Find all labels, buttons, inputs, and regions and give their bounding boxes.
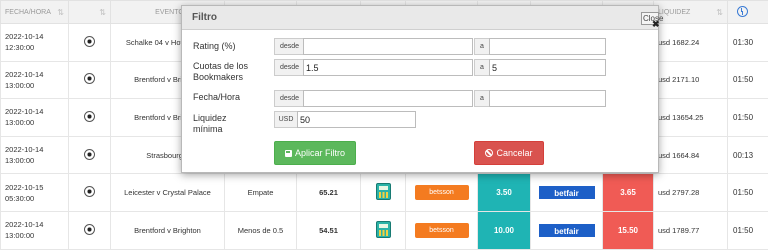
liquidity-cell: usd 13654.25	[653, 98, 728, 137]
bookmaker-cell: betsson	[405, 173, 478, 212]
lay-odds-cell: 15.50	[602, 210, 654, 250]
rating-desde-prefix: desde	[274, 38, 305, 55]
apply-filter-button[interactable]: Aplicar Filtro	[274, 141, 356, 165]
cuotas-desde-prefix: desde	[274, 59, 305, 76]
header-liquidez[interactable]: LIQUIDEZ ⇅	[653, 0, 728, 24]
exchange-logo[interactable]: betfair	[537, 185, 596, 201]
soccer-ball-icon	[84, 223, 95, 235]
liquidez-input[interactable]	[297, 111, 416, 128]
exchange-cell: betfair	[530, 210, 603, 250]
usd-prefix: USD	[274, 111, 298, 128]
clock-icon[interactable]	[737, 6, 748, 17]
date-cell: 2022-10-14 13:00:00	[0, 98, 69, 137]
liquidity-cell: usd 2171.10	[653, 60, 728, 100]
rating-to-input[interactable]	[489, 38, 606, 55]
time-remaining-cell: 01:50	[727, 210, 768, 250]
modal-header: Filtro Close ✖	[182, 6, 663, 30]
liquidity-cell: usd 1664.84	[653, 135, 728, 175]
rating-from-input[interactable]	[303, 38, 473, 55]
liquidity-cell: usd 1789.77	[653, 210, 728, 250]
close-icon[interactable]: ✖	[652, 19, 660, 30]
fecha-desde-prefix: desde	[274, 90, 305, 107]
date-cell: 2022-10-14 13:00:00	[0, 60, 69, 100]
time-remaining-cell: 01:50	[727, 173, 768, 212]
table-row[interactable]: 2022-10-15 05:30:00 Leicester v Crystal P…	[0, 173, 768, 212]
date-cell: 2022-10-14 13:00:00	[0, 135, 69, 175]
filter-modal: Filtro Close ✖ Rating (%) desde a Cuotas…	[181, 5, 663, 173]
header-sport[interactable]: ⇅	[68, 0, 111, 24]
liquidity-cell: usd 2797.28	[653, 173, 728, 212]
cuotas-to-input[interactable]	[489, 59, 606, 76]
fecha-to-input[interactable]	[489, 90, 606, 107]
save-icon	[284, 150, 292, 157]
time-remaining-cell: 01:50	[727, 60, 768, 100]
soccer-ball-icon	[84, 110, 95, 122]
sport-cell	[68, 135, 111, 175]
calculator-icon[interactable]	[375, 183, 391, 201]
sport-cell	[68, 173, 111, 212]
cancel-button[interactable]: Cancelar	[474, 141, 544, 165]
rating-cell: 65.21	[296, 173, 361, 212]
header-fecha[interactable]: FECHA/HORA ⇅	[0, 0, 69, 24]
page: FECHA/HORA ⇅ ⇅ EVENTO LIQUIDEZ ⇅ 2022-10-1…	[0, 0, 768, 252]
exchange-cell: betfair	[530, 173, 603, 212]
soccer-ball-icon	[84, 186, 95, 198]
table-row[interactable]: 2022-10-14 13:00:00 Brentford v Brighton …	[0, 210, 768, 250]
back-odds-cell: 3.50	[477, 173, 531, 212]
calculator-icon[interactable]	[375, 220, 391, 238]
time-remaining-cell: 01:50	[727, 98, 768, 137]
rating-a-prefix: a	[474, 38, 490, 55]
date-cell: 2022-10-14 12:30:00	[0, 23, 69, 62]
sport-cell	[68, 210, 111, 250]
bookmaker-cell: betsson	[405, 210, 478, 250]
sort-icon[interactable]: ⇅	[99, 8, 106, 17]
fecha-a-prefix: a	[474, 90, 490, 107]
modal-title: Filtro	[192, 12, 217, 23]
rating-label: Rating (%)	[193, 41, 236, 51]
back-odds-cell: 10.00	[477, 210, 531, 250]
time-remaining-cell: 00:13	[727, 135, 768, 175]
exchange-logo[interactable]: betfair	[537, 222, 596, 238]
calc-cell	[360, 210, 406, 250]
date-cell: 2022-10-15 05:30:00	[0, 173, 69, 212]
bookmaker-logo[interactable]: betsson	[414, 222, 469, 238]
ban-icon	[485, 149, 494, 157]
bet-cell: Menos de 0.5	[224, 210, 297, 250]
soccer-ball-icon	[84, 148, 95, 160]
soccer-ball-icon	[84, 73, 95, 85]
cuotas-label: Cuotas de los Bookmakers	[193, 61, 249, 82]
rating-cell: 54.51	[296, 210, 361, 250]
fecha-from-input[interactable]	[303, 90, 473, 107]
date-cell: 2022-10-14 13:00:00	[0, 210, 69, 250]
bet-cell: Empate	[224, 173, 297, 212]
event-cell: Leicester v Crystal Palace	[110, 173, 225, 212]
time-remaining-cell: 01:30	[727, 23, 768, 62]
sport-cell	[68, 98, 111, 137]
liquidity-cell: usd 1682.24	[653, 23, 728, 62]
calc-cell	[360, 173, 406, 212]
sort-icon[interactable]: ⇅	[716, 8, 723, 17]
liquidez-label: Liquidez mínima	[193, 113, 227, 134]
sport-cell	[68, 23, 111, 62]
fecha-label: Fecha/Hora	[193, 92, 241, 102]
cuotas-a-prefix: a	[474, 59, 490, 76]
cuotas-from-input[interactable]	[303, 59, 473, 76]
bookmaker-logo[interactable]: betsson	[414, 185, 469, 201]
sort-icon[interactable]: ⇅	[57, 8, 64, 17]
event-cell: Brentford v Brighton	[110, 210, 225, 250]
soccer-ball-icon	[84, 35, 95, 47]
lay-odds-cell: 3.65	[602, 173, 654, 212]
sport-cell	[68, 60, 111, 100]
